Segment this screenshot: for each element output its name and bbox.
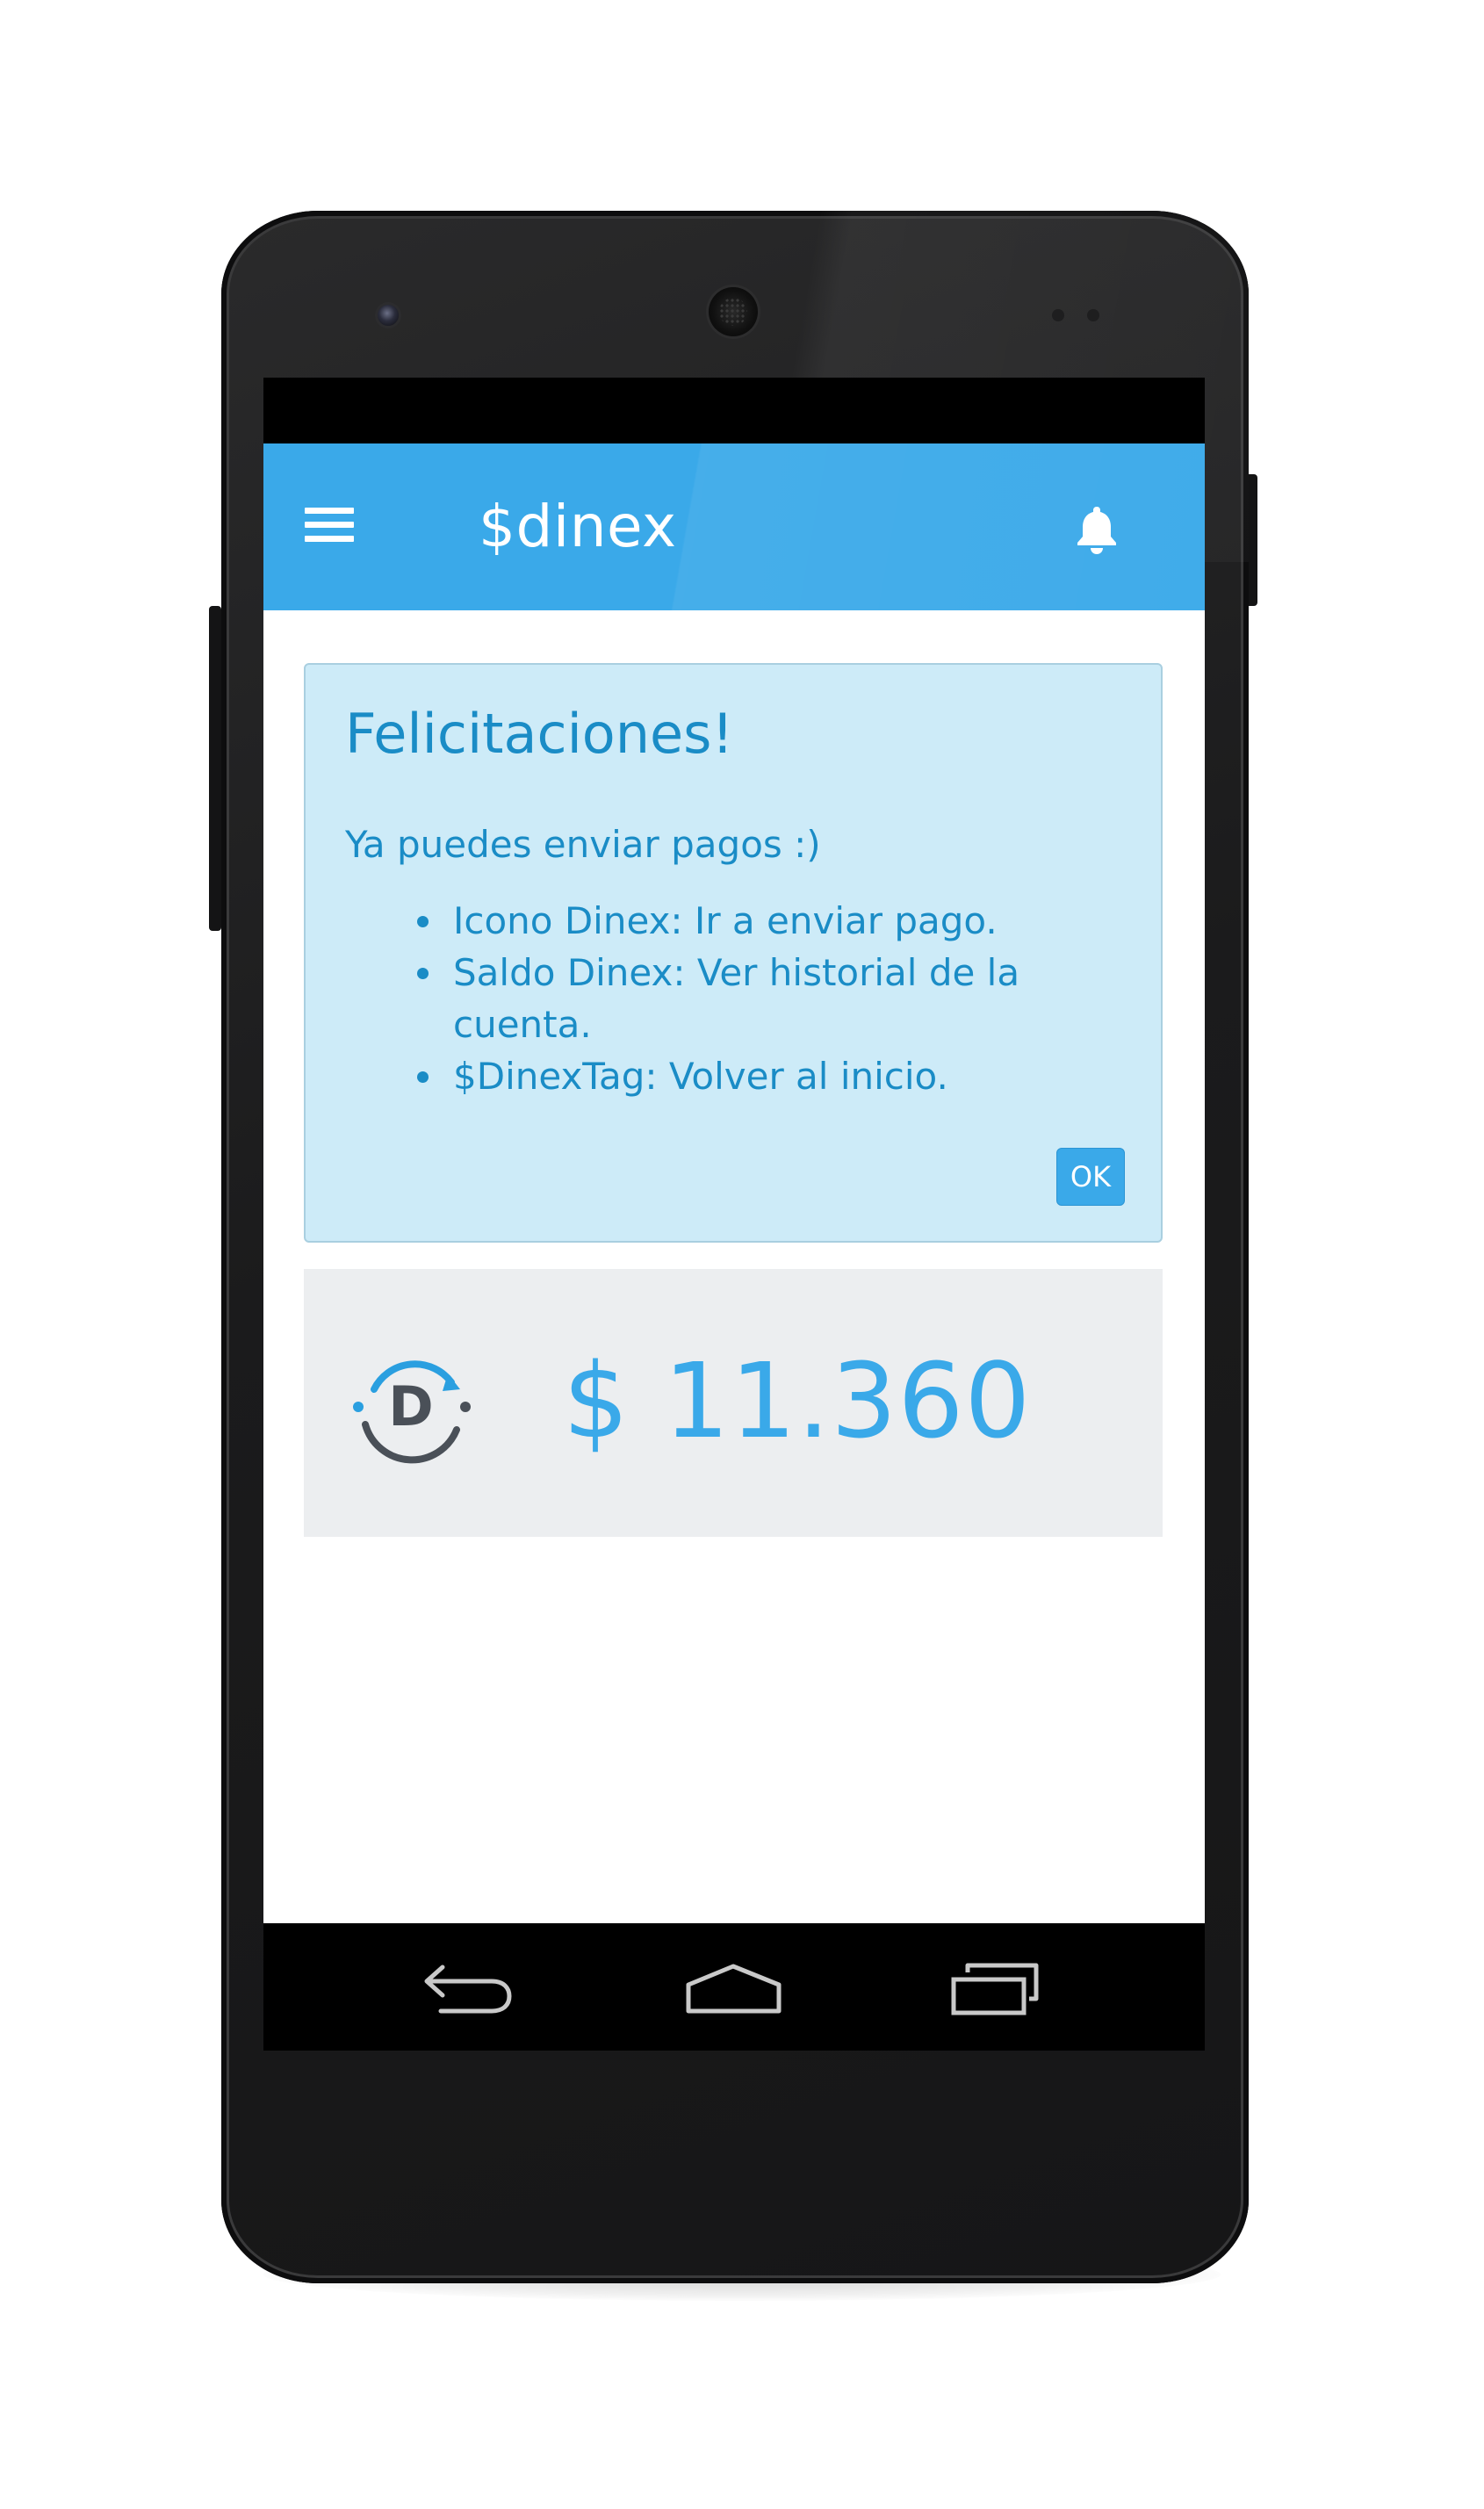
app-bar: $dinex [263, 443, 1205, 610]
list-item: $DinexTag: Volver al inicio. [446, 1050, 1113, 1102]
back-arrow-icon[interactable] [421, 1958, 514, 2020]
bell-icon[interactable] [1071, 503, 1122, 556]
phone-screen: $dinex Felicitaciones! Ya puedes enviar … [263, 378, 1205, 2051]
alert-message: Ya puedes enviar pagos :) [345, 823, 821, 866]
front-camera [378, 305, 399, 326]
home-icon[interactable] [683, 1960, 784, 2017]
app-title[interactable]: $dinex [479, 487, 677, 566]
list-item: Saldo Dinex: Ver historial de la cuenta. [446, 947, 1113, 1050]
proximity-sensor [1052, 309, 1064, 321]
list-item: Icono Dinex: Ir a enviar pago. [446, 895, 1113, 947]
alert-list: Icono Dinex: Ir a enviar pago. Saldo Din… [407, 895, 1113, 1102]
success-alert: Felicitaciones! Ya puedes enviar pagos :… [304, 663, 1163, 1243]
status-bar [263, 378, 1205, 443]
logo-letter: D [388, 1374, 433, 1438]
balance-card[interactable]: D $ 11.360 [304, 1269, 1163, 1537]
alert-title: Felicitaciones! [345, 702, 734, 766]
light-sensor [1087, 309, 1099, 321]
menu-line [305, 522, 354, 528]
menu-line [305, 508, 354, 514]
earpiece-speaker [709, 287, 758, 336]
menu-line [305, 536, 354, 542]
hamburger-menu-icon[interactable] [303, 503, 356, 547]
ok-button[interactable]: OK [1056, 1148, 1125, 1206]
dinex-logo-icon[interactable]: D [348, 1344, 475, 1471]
volume-button [209, 606, 221, 931]
bell-icon-svg [1077, 507, 1116, 554]
android-nav-bar [263, 1923, 1205, 2051]
recent-apps-icon[interactable] [948, 1960, 1041, 2017]
main-content: Felicitaciones! Ya puedes enviar pagos :… [263, 610, 1205, 1923]
balance-amount[interactable]: $ 11.360 [563, 1339, 1031, 1462]
